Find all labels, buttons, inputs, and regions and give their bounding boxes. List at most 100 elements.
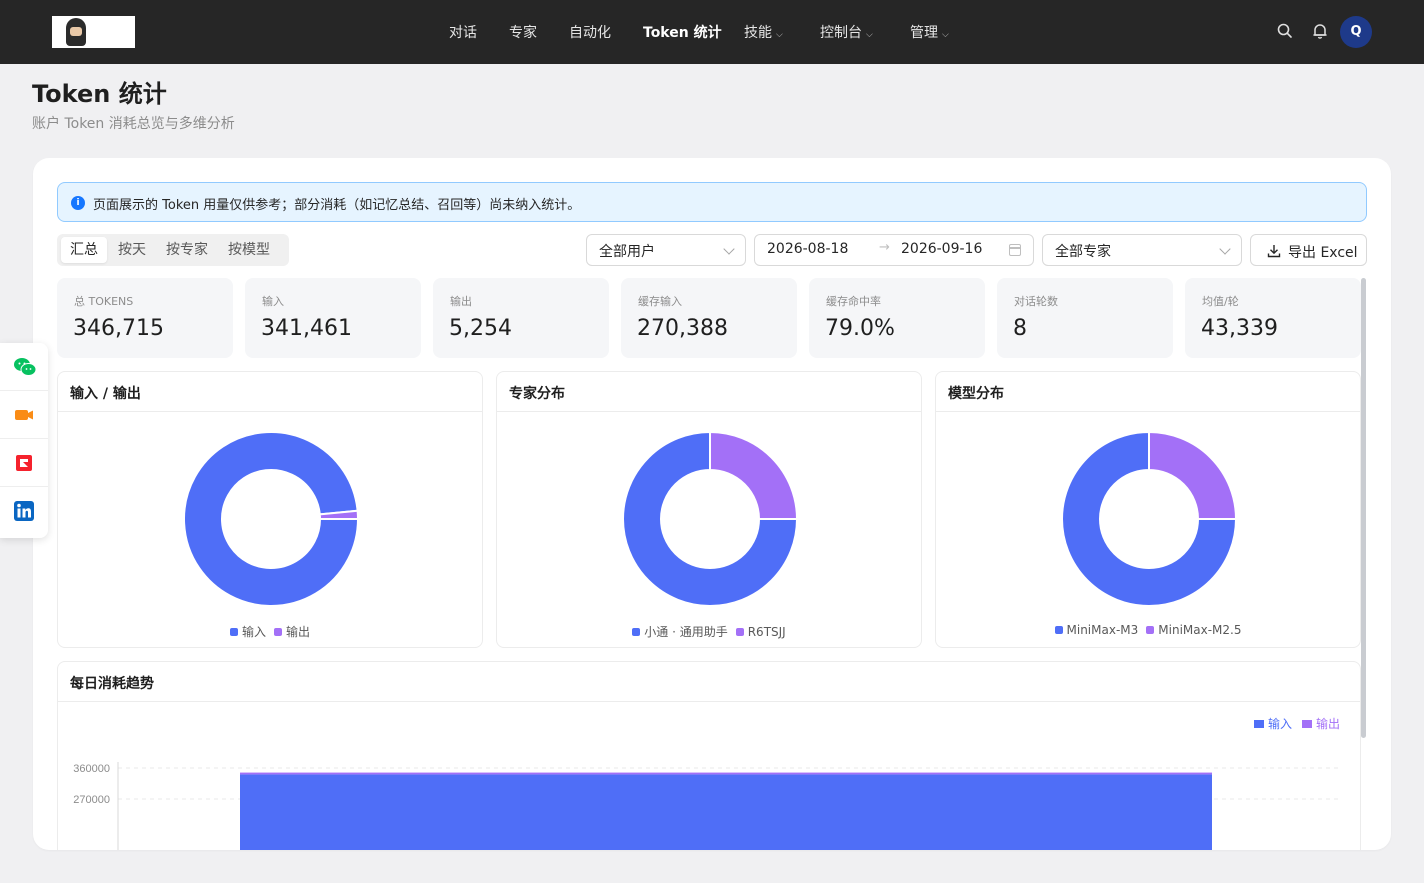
legend-item[interactable]: MiniMax-M3 [1054,623,1139,637]
panel-title: 输入 / 输出 [70,386,141,402]
chevron-down-icon: ⌵ [866,30,873,40]
legend-item[interactable]: 输入 [229,623,266,640]
legend-swatch [632,628,641,636]
stat-cache-input: 缓存输入 270,388 [621,278,797,358]
note-icon [16,455,32,471]
tab-by-day[interactable]: 按天 [109,237,155,263]
share-note-button[interactable] [0,439,48,487]
panel-header: 模型分布 [936,372,1360,412]
expert-select[interactable]: 全部专家 [1042,234,1242,266]
export-excel-button[interactable]: 导出 Excel [1250,234,1367,266]
panel-model-distribution: 模型分布 MiniMax-M3 MiniMax-M2.5 [935,371,1361,648]
panel-header: 输入 / 输出 [58,372,482,412]
nav-item-token-stats[interactable]: Token 统计 [643,22,722,42]
chevron-down-icon: ⌵ [776,30,783,40]
stats-card: i 页面展示的 Token 用量仅供参考；部分消耗（如记忆总结、召回等）尚未纳入… [33,158,1391,850]
legend-label: 输出 [286,625,311,639]
stat-label: 均值/轮 [1202,295,1239,308]
donut-slice-1[interactable] [709,431,798,520]
user-select-value: 全部用户 [599,244,655,260]
search-icon[interactable] [1276,22,1294,40]
legend-swatch [229,628,238,636]
nav-label: Token 统计 [643,25,722,41]
linkedin-icon [14,501,34,521]
donut-slice-1[interactable] [1148,431,1237,520]
page-subtitle: 账户 Token 消耗总览与多维分析 [32,116,235,132]
panel-title: 模型分布 [948,386,1004,402]
panel-title: 专家分布 [509,386,565,402]
date-range-picker: 2026-08-18 → 2026-09-16 [754,234,1034,266]
date-start-input[interactable]: 2026-08-18 [767,241,848,257]
stat-input: 输入 341,461 [245,278,421,358]
chart-legend: 小通 · 通用助手 R6TSJJ [497,623,921,640]
view-mode-segmented: 汇总 按天 按专家 按模型 [57,234,289,266]
user-avatar[interactable]: Q [1340,16,1372,48]
nav-item-console[interactable]: 控制台 ⌵ [820,22,873,42]
logo[interactable] [52,16,135,48]
logo-avatar-image [66,18,86,46]
legend-label: 小通 · 通用助手 [644,625,728,639]
stat-value: 346,715 [73,316,164,341]
panel-input-output: 输入 / 输出 输入 输出 [57,371,483,648]
legend-swatch [1254,720,1264,728]
chevron-down-icon [1219,243,1231,255]
legend-item[interactable]: R6TSJJ [735,625,786,639]
panel-title: 每日消耗趋势 [70,676,154,692]
page-title: Token 统计 [32,80,167,108]
legend-item[interactable]: MiniMax-M2.5 [1146,623,1241,637]
legend-label[interactable]: 输入 [1268,716,1292,731]
stat-label: 总 TOKENS [74,295,134,308]
legend-label[interactable]: 输出 [1316,716,1340,731]
share-wechat-button[interactable] [0,343,48,391]
legend-item[interactable]: 小通 · 通用助手 [632,623,728,640]
scrollbar[interactable] [1361,278,1366,738]
export-label: 导出 Excel [1288,245,1358,261]
legend-label: R6TSJJ [747,625,786,639]
stat-avg-per-round: 均值/轮 43,339 [1185,278,1361,358]
legend-swatch [735,628,744,636]
calendar-icon[interactable] [1009,244,1021,256]
expert-select-value: 全部专家 [1055,244,1111,260]
bar-output[interactable] [240,772,1212,775]
nav-label: 控制台 [820,25,862,41]
stat-value: 270,388 [637,316,728,341]
panel-header: 专家分布 [497,372,921,412]
legend-label: 输入 [241,625,266,639]
legend-label: MiniMax-M3 [1066,623,1139,637]
panel-header: 每日消耗趋势 [58,662,1360,702]
nav-label: 对话 [449,25,477,41]
legend-item[interactable]: 输出 [274,623,310,640]
bar-input[interactable] [240,774,1212,850]
arrow-right-icon: → [879,240,890,255]
nav-item-admin[interactable]: 管理 ⌵ [910,22,949,42]
wechat-icon [14,358,37,376]
date-end-input[interactable]: 2026-09-16 [901,241,982,257]
bell-icon[interactable] [1311,22,1329,40]
share-sidebar [0,343,48,538]
share-video-button[interactable] [0,391,48,439]
user-select[interactable]: 全部用户 [586,234,746,266]
donut-chart-model [1061,431,1237,607]
tab-by-model[interactable]: 按模型 [219,237,279,263]
legend-swatch [1302,720,1312,728]
stat-value: 79.0% [825,316,895,341]
legend-swatch [1146,626,1155,634]
nav-item-chat[interactable]: 对话 [449,22,477,42]
bar-chart-daily-trend: 输入 输出 360000 270000 [73,716,1340,850]
share-linkedin-button[interactable] [0,487,48,535]
tab-by-expert[interactable]: 按专家 [157,237,217,263]
tab-summary[interactable]: 汇总 [61,237,107,263]
nav-item-automation[interactable]: 自动化 [569,22,611,42]
stat-value: 341,461 [261,316,352,341]
nav-item-skills[interactable]: 技能 ⌵ [744,22,783,42]
nav-label: 管理 [910,25,938,41]
panel-expert-distribution: 专家分布 小通 · 通用助手 R6TSJJ [496,371,922,648]
y-tick-label: 270000 [73,794,110,806]
download-icon [1267,245,1281,258]
stat-conversation-rounds: 对话轮数 8 [997,278,1173,358]
nav-label: 专家 [509,25,537,41]
nav-item-experts[interactable]: 专家 [509,22,537,42]
top-navbar: 对话 专家 自动化 Token 统计 技能 ⌵ 控制台 ⌵ 管理 ⌵ Q [0,0,1424,64]
alert-message: 页面展示的 Token 用量仅供参考；部分消耗（如记忆总结、召回等）尚未纳入统计… [93,198,581,213]
chevron-down-icon [723,243,735,255]
